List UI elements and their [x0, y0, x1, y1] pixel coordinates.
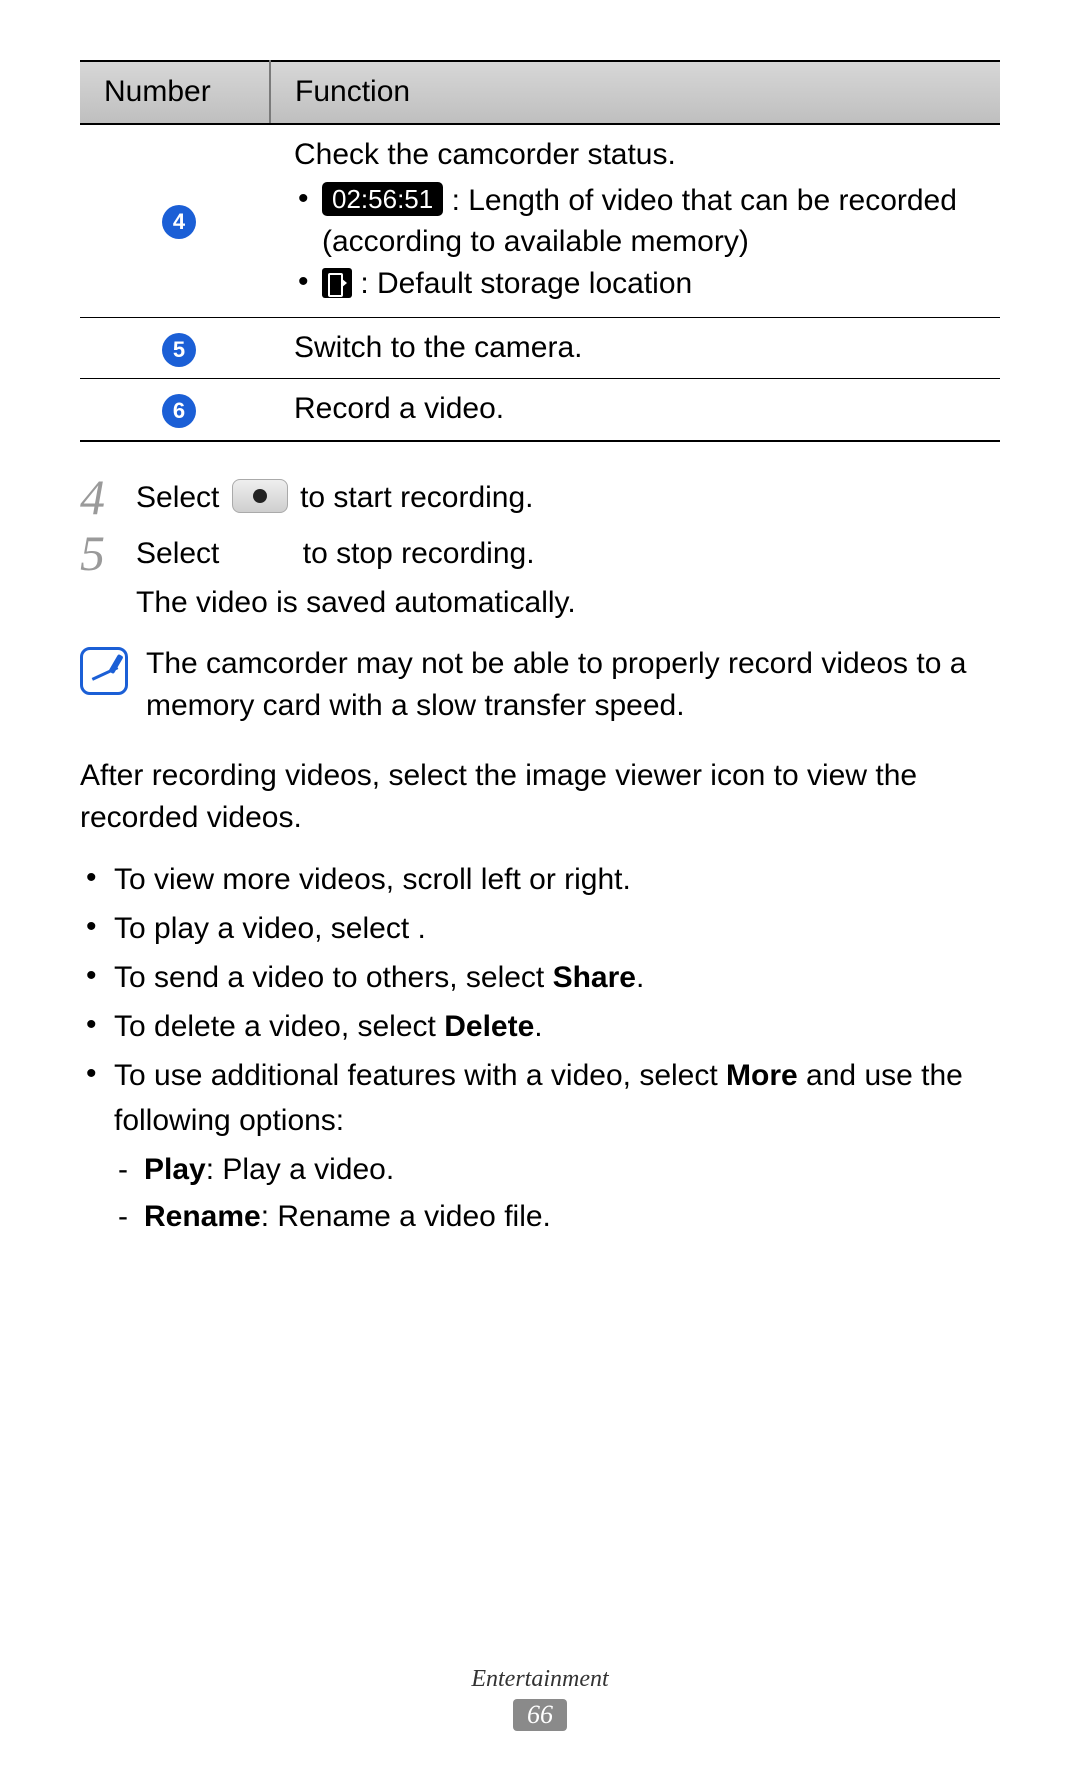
- row-title: Record a video.: [270, 379, 1000, 441]
- table-header-number: Number: [80, 61, 270, 124]
- time-chip: 02:56:51: [322, 182, 443, 216]
- bullet-bold: More: [726, 1059, 798, 1092]
- storage-icon: [322, 268, 352, 298]
- list-item: To use additional features with a video,…: [80, 1053, 1000, 1239]
- page-number: 66: [513, 1699, 567, 1731]
- number-badge-5: 5: [162, 333, 196, 367]
- page-footer: Entertainment 66: [0, 1666, 1080, 1731]
- bullet-suffix: .: [636, 961, 644, 994]
- row-item: 02:56:51 : Length of video that can be r…: [294, 181, 984, 262]
- step-number: 5: [80, 528, 136, 578]
- bullet-bold: Share: [553, 961, 636, 994]
- step-text-after: to start recording.: [300, 481, 533, 514]
- note-icon: [80, 647, 128, 695]
- table-row: 5 Switch to the camera.: [80, 317, 1000, 379]
- list-item: To play a video, select .: [80, 906, 1000, 951]
- manual-page: Number Function 4 Check the camcorder st…: [0, 0, 1080, 1771]
- list-item: To delete a video, select Delete.: [80, 1004, 1000, 1049]
- number-badge-4: 4: [162, 205, 196, 239]
- number-badge-6: 6: [162, 394, 196, 428]
- sub-list: Play: Play a video. Rename: Rename a vid…: [114, 1147, 1000, 1239]
- footer-section: Entertainment: [0, 1666, 1080, 1693]
- body-paragraph: After recording videos, select the image…: [80, 755, 1000, 839]
- sub-item: Play: Play a video.: [114, 1147, 1000, 1192]
- row-item-text: : Default storage location: [360, 267, 692, 300]
- note-text: The camcorder may not be able to properl…: [146, 643, 1000, 727]
- sub-item: Rename: Rename a video file.: [114, 1194, 1000, 1239]
- bullet-suffix: .: [418, 912, 426, 945]
- step-5: 5 Select to stop recording. The video is…: [80, 532, 1000, 625]
- note-block: The camcorder may not be able to properl…: [80, 643, 1000, 727]
- bullet-list: To view more videos, scroll left or righ…: [80, 857, 1000, 1239]
- step-gap: [228, 537, 303, 570]
- list-item: To send a video to others, select Share.: [80, 955, 1000, 1000]
- sub-rest: : Rename a video file.: [261, 1200, 551, 1233]
- bullet-suffix: .: [534, 1010, 542, 1043]
- bullet-prefix: To send a video to others, select: [114, 961, 553, 994]
- step-number: 4: [80, 472, 136, 522]
- table-row: 4 Check the camcorder status. 02:56:51 :…: [80, 124, 1000, 318]
- sub-bold: Rename: [144, 1200, 261, 1233]
- step-text-before: Select: [136, 537, 228, 570]
- steps: 4 Select to start recording. 5 Select to…: [80, 476, 1000, 625]
- row-title: Switch to the camera.: [270, 317, 1000, 379]
- sub-bold: Play: [144, 1153, 206, 1186]
- table-header-function: Function: [270, 61, 1000, 124]
- function-table: Number Function 4 Check the camcorder st…: [80, 60, 1000, 442]
- bullet-prefix: To play a video, select: [114, 912, 418, 945]
- step-4: 4 Select to start recording.: [80, 476, 1000, 522]
- step-text-before: Select: [136, 481, 228, 514]
- bullet-prefix: To delete a video, select: [114, 1010, 444, 1043]
- bullet-prefix: To use additional features with a video,…: [114, 1059, 726, 1092]
- list-item: To view more videos, scroll left or righ…: [80, 857, 1000, 902]
- record-button-icon: [232, 479, 288, 513]
- row-item: : Default storage location: [294, 264, 984, 305]
- step-text-after: to stop recording.: [303, 537, 535, 570]
- step-extra: The video is saved automatically.: [136, 581, 576, 625]
- row-title: Check the camcorder status.: [294, 135, 984, 176]
- bullet-bold: Delete: [444, 1010, 534, 1043]
- table-row: 6 Record a video.: [80, 379, 1000, 441]
- bullet-text: To view more videos, scroll left or righ…: [114, 863, 631, 896]
- sub-rest: : Play a video.: [206, 1153, 394, 1186]
